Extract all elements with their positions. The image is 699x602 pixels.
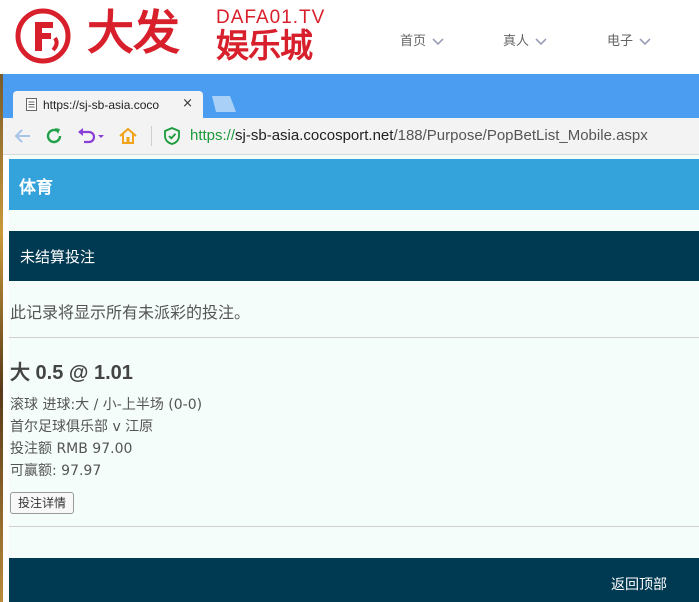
close-icon[interactable]: ×: [182, 96, 193, 111]
security-shield-icon[interactable]: [162, 126, 182, 146]
nav-item-label: 首页: [400, 34, 427, 49]
home-icon[interactable]: [118, 126, 138, 146]
nav-item-live[interactable]: 真人: [503, 30, 547, 49]
new-tab-button[interactable]: [208, 96, 238, 112]
section-title: 体育: [19, 178, 53, 198]
chevron-down-icon: [432, 37, 444, 45]
tab-title: https://sj-sb-asia.coco: [43, 98, 160, 112]
browser-window: https://sj-sb-asia.coco × https://sj-sb-…: [3, 74, 699, 602]
toolbar-separator: [151, 126, 152, 146]
description-text: 此记录将显示所有未派彩的投注。: [10, 303, 251, 322]
back-arrow-icon[interactable]: [13, 126, 33, 146]
page-icon: [26, 98, 37, 111]
logo-text[interactable]: 大发: [87, 6, 180, 62]
bet-market: 滚球 进球:大 / 小-上半场 (0-0): [10, 397, 203, 413]
bet-match: 首尔足球俱乐部 v 江原: [10, 419, 154, 435]
browser-tab-active[interactable]: https://sj-sb-asia.coco ×: [13, 91, 203, 118]
back-to-top-link[interactable]: 返回顶部: [611, 574, 667, 594]
unsettled-bets-title: 未结算投注: [20, 248, 96, 266]
undo-icon[interactable]: [76, 126, 106, 146]
nav-item-slots[interactable]: 电子: [607, 30, 651, 49]
address-bar[interactable]: https://sj-sb-asia.cocosport.net/188/Pur…: [190, 127, 648, 144]
divider: [9, 337, 699, 338]
footer-bar: 返回顶部: [9, 558, 699, 602]
chevron-down-icon: [639, 37, 651, 45]
logo-subtitle: 娱乐城: [216, 26, 313, 65]
tab-bar: https://sj-sb-asia.coco ×: [3, 74, 699, 118]
bet-details-button[interactable]: 投注详情: [10, 492, 75, 514]
bet-stake: 投注额 RMB 97.00: [10, 441, 133, 457]
browser-toolbar: https://sj-sb-asia.cocosport.net/188/Pur…: [3, 118, 699, 155]
nav-item-home[interactable]: 首页: [400, 30, 444, 49]
chevron-down-icon: [535, 37, 547, 45]
section-header: 体育: [9, 159, 699, 210]
nav-item-label: 真人: [503, 34, 530, 49]
site-header: 大发 DAFA01.TV 娱乐城 首页 真人 电子: [0, 0, 699, 74]
bet-payout: 可赢额: 97.97: [10, 463, 102, 479]
refresh-icon[interactable]: [44, 126, 64, 146]
url-host: sj-sb-asia.cocosport.net: [235, 127, 394, 144]
divider: [9, 526, 699, 527]
url-path: /188/Purpose/PopBetList_Mobile.aspx: [393, 127, 648, 144]
page-viewport: 体育 未结算投注 此记录将显示所有未派彩的投注。 大 0.5 @ 1.01 滚球…: [9, 155, 699, 602]
nav-item-label: 电子: [607, 34, 634, 49]
bet-selection: 大 0.5 @ 1.01: [10, 362, 133, 384]
logo-emblem-icon[interactable]: [15, 8, 71, 64]
unsettled-bets-header: 未结算投注: [9, 231, 699, 281]
url-scheme: https://: [190, 127, 236, 144]
